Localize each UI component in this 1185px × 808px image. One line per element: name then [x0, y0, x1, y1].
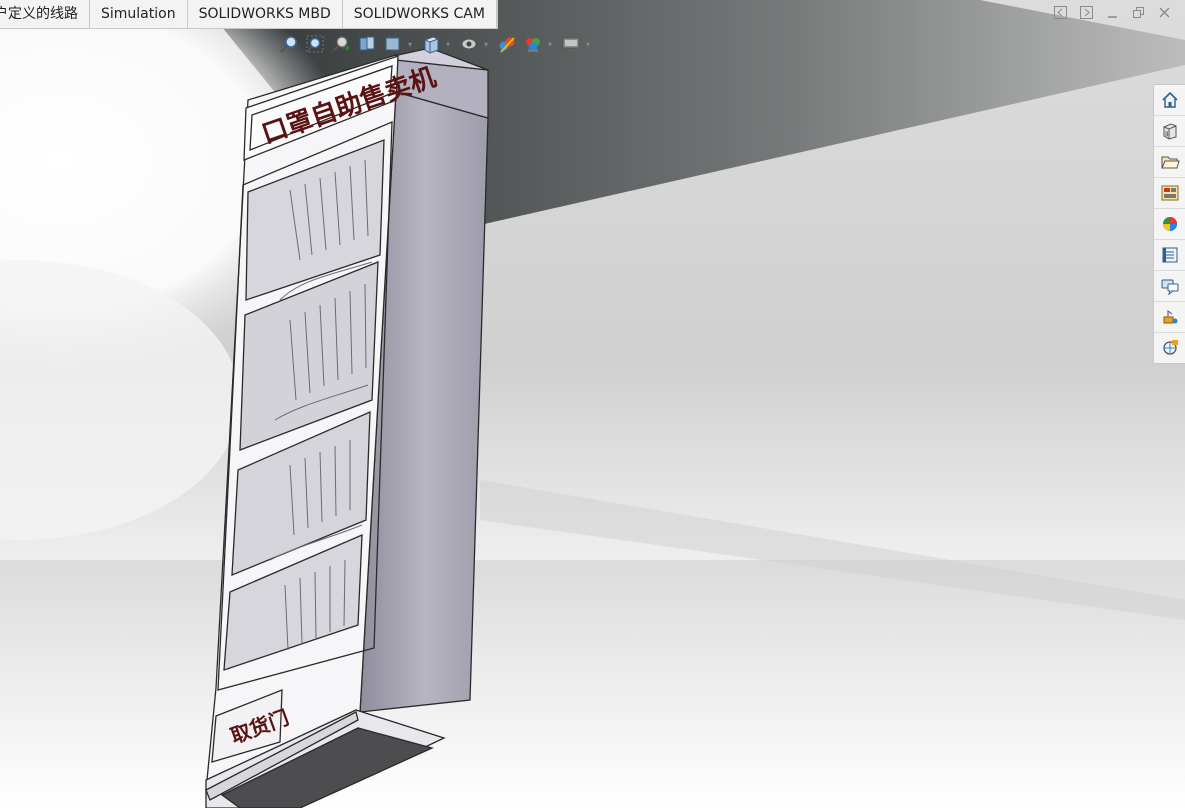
appearances-icon[interactable]: [1154, 209, 1185, 240]
view-settings-dropdown[interactable]: ▾: [586, 40, 594, 49]
restore-icon[interactable]: [1131, 6, 1145, 20]
dynamic-annotation-icon[interactable]: [382, 33, 404, 55]
command-manager-tabs: 户定义的线路 Simulation SOLIDWORKS MBD SOLIDWO…: [0, 0, 498, 29]
scene-background: [0, 0, 1185, 808]
edit-appearance-icon[interactable]: [522, 33, 544, 55]
close-icon[interactable]: [1157, 6, 1171, 20]
task-pane-tabs: [1153, 84, 1185, 364]
view-palette-icon[interactable]: [1154, 178, 1185, 209]
zoom-to-area-icon[interactable]: [304, 33, 326, 55]
tile-right-icon[interactable]: [1079, 6, 1093, 20]
tile-left-icon[interactable]: [1053, 6, 1067, 20]
graphics-viewport[interactable]: 口罩自助售卖机 取货门: [0, 0, 1185, 808]
previous-view-icon[interactable]: [330, 33, 352, 55]
plastics-icon[interactable]: [1154, 333, 1185, 363]
heads-up-view-toolbar: ▾ ▾ ▾ ▾ ▾: [278, 33, 594, 55]
tab-solidworks-mbd[interactable]: SOLIDWORKS MBD: [187, 0, 343, 28]
vending-machine-model: [205, 47, 489, 808]
apply-scene-dropdown[interactable]: ▾: [548, 40, 556, 49]
folder-icon[interactable]: [1154, 147, 1185, 178]
forum-icon[interactable]: [1154, 271, 1185, 302]
dynamic-annotation-dropdown[interactable]: ▾: [408, 40, 416, 49]
minimize-icon[interactable]: [1105, 6, 1119, 20]
custom-properties-icon[interactable]: [1154, 240, 1185, 271]
zoom-to-fit-icon[interactable]: [278, 33, 300, 55]
view-orientation-dropdown[interactable]: ▾: [446, 40, 454, 49]
hide-show-icon[interactable]: [496, 33, 518, 55]
electrical-icon[interactable]: [1154, 302, 1185, 333]
section-view-icon[interactable]: [356, 33, 378, 55]
window-controls: [1053, 6, 1171, 20]
tab-user-defined-routing[interactable]: 户定义的线路: [0, 0, 90, 28]
tab-solidworks-cam[interactable]: SOLIDWORKS CAM: [342, 0, 497, 28]
tab-simulation[interactable]: Simulation: [90, 0, 188, 28]
display-style-icon[interactable]: [458, 33, 480, 55]
display-style-dropdown[interactable]: ▾: [484, 40, 492, 49]
view-orientation-icon[interactable]: [420, 33, 442, 55]
home-icon[interactable]: [1154, 85, 1185, 116]
view-settings-icon[interactable]: [560, 33, 582, 55]
3d-part-icon[interactable]: [1154, 116, 1185, 147]
